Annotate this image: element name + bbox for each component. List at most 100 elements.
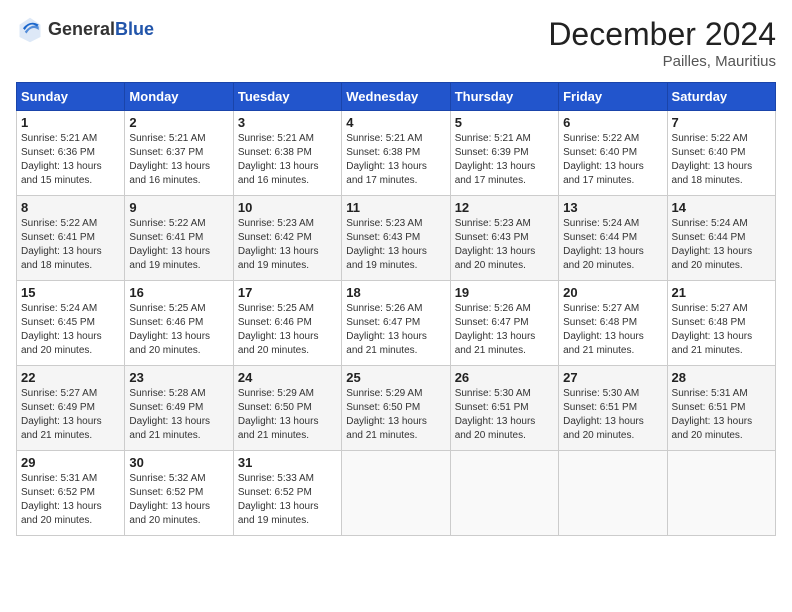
- header-wednesday: Wednesday: [342, 83, 450, 111]
- day-detail: Sunrise: 5:21 AM Sunset: 6:38 PM Dayligh…: [238, 132, 337, 188]
- day-number: 14: [672, 200, 771, 215]
- calendar-cell: 3 Sunrise: 5:21 AM Sunset: 6:38 PM Daylig…: [233, 111, 341, 196]
- header-friday: Friday: [559, 83, 667, 111]
- day-detail: Sunrise: 5:30 AM Sunset: 6:51 PM Dayligh…: [563, 387, 662, 443]
- day-number: 25: [346, 370, 445, 385]
- calendar-week-1: 1Sunrise: 5:21 AM Sunset: 6:36 PM Daylig…: [17, 111, 776, 196]
- day-detail: Sunrise: 5:27 AM Sunset: 6:49 PM Dayligh…: [21, 387, 120, 443]
- day-detail: Sunrise: 5:21 AM Sunset: 6:36 PM Dayligh…: [21, 132, 120, 188]
- calendar-cell: 10 Sunrise: 5:23 AM Sunset: 6:42 PM Dayli…: [233, 196, 341, 281]
- location: Pailles, Mauritius: [548, 53, 776, 70]
- day-number: 29: [21, 455, 120, 470]
- calendar-cell: 9 Sunrise: 5:22 AM Sunset: 6:41 PM Daylig…: [125, 196, 233, 281]
- logo-icon: [16, 16, 44, 44]
- calendar-cell: 8Sunrise: 5:22 AM Sunset: 6:41 PM Daylig…: [17, 196, 125, 281]
- day-detail: Sunrise: 5:24 AM Sunset: 6:45 PM Dayligh…: [21, 302, 120, 358]
- calendar-cell: 4 Sunrise: 5:21 AM Sunset: 6:38 PM Daylig…: [342, 111, 450, 196]
- day-detail: Sunrise: 5:32 AM Sunset: 6:52 PM Dayligh…: [129, 472, 228, 528]
- calendar-cell: 5Sunrise: 5:21 AM Sunset: 6:39 PM Daylig…: [450, 111, 558, 196]
- day-detail: Sunrise: 5:22 AM Sunset: 6:40 PM Dayligh…: [672, 132, 771, 188]
- header-saturday: Saturday: [667, 83, 775, 111]
- day-number: 17: [238, 285, 337, 300]
- logo-text: GeneralBlue: [48, 20, 154, 40]
- day-detail: Sunrise: 5:23 AM Sunset: 6:43 PM Dayligh…: [455, 217, 554, 273]
- calendar-table: Sunday Monday Tuesday Wednesday Thursday…: [16, 82, 776, 536]
- day-detail: Sunrise: 5:26 AM Sunset: 6:47 PM Dayligh…: [346, 302, 445, 358]
- day-number: 19: [455, 285, 554, 300]
- calendar-cell: 28Sunrise: 5:31 AM Sunset: 6:51 PM Dayli…: [667, 366, 775, 451]
- day-detail: Sunrise: 5:33 AM Sunset: 6:52 PM Dayligh…: [238, 472, 337, 528]
- header-sunday: Sunday: [17, 83, 125, 111]
- day-detail: Sunrise: 5:25 AM Sunset: 6:46 PM Dayligh…: [238, 302, 337, 358]
- day-detail: Sunrise: 5:22 AM Sunset: 6:41 PM Dayligh…: [129, 217, 228, 273]
- day-number: 3: [238, 115, 337, 130]
- calendar-cell: 12 Sunrise: 5:23 AM Sunset: 6:43 PM Dayli…: [450, 196, 558, 281]
- calendar-cell: 19Sunrise: 5:26 AM Sunset: 6:47 PM Dayli…: [450, 281, 558, 366]
- calendar-cell: [342, 451, 450, 536]
- calendar-cell: 2 Sunrise: 5:21 AM Sunset: 6:37 PM Daylig…: [125, 111, 233, 196]
- title-area: December 2024 Pailles, Mauritius: [548, 16, 776, 70]
- day-number: 20: [563, 285, 662, 300]
- calendar-cell: 25 Sunrise: 5:29 AM Sunset: 6:50 PM Dayli…: [342, 366, 450, 451]
- day-number: 24: [238, 370, 337, 385]
- calendar-cell: [667, 451, 775, 536]
- day-number: 13: [563, 200, 662, 215]
- day-number: 26: [455, 370, 554, 385]
- day-detail: Sunrise: 5:21 AM Sunset: 6:39 PM Dayligh…: [455, 132, 554, 188]
- calendar-cell: 15 Sunrise: 5:24 AM Sunset: 6:45 PM Dayli…: [17, 281, 125, 366]
- day-number: 2: [129, 115, 228, 130]
- calendar-cell: 22 Sunrise: 5:27 AM Sunset: 6:49 PM Dayli…: [17, 366, 125, 451]
- calendar-cell: 6 Sunrise: 5:22 AM Sunset: 6:40 PM Daylig…: [559, 111, 667, 196]
- calendar-week-4: 22 Sunrise: 5:27 AM Sunset: 6:49 PM Dayli…: [17, 366, 776, 451]
- calendar-cell: 7 Sunrise: 5:22 AM Sunset: 6:40 PM Daylig…: [667, 111, 775, 196]
- calendar-cell: 26 Sunrise: 5:30 AM Sunset: 6:51 PM Dayli…: [450, 366, 558, 451]
- day-number: 9: [129, 200, 228, 215]
- day-detail: Sunrise: 5:24 AM Sunset: 6:44 PM Dayligh…: [672, 217, 771, 273]
- day-number: 4: [346, 115, 445, 130]
- day-detail: Sunrise: 5:27 AM Sunset: 6:48 PM Dayligh…: [563, 302, 662, 358]
- day-number: 23: [129, 370, 228, 385]
- calendar-week-3: 15 Sunrise: 5:24 AM Sunset: 6:45 PM Dayli…: [17, 281, 776, 366]
- day-number: 18: [346, 285, 445, 300]
- day-number: 22: [21, 370, 120, 385]
- calendar-cell: 20 Sunrise: 5:27 AM Sunset: 6:48 PM Dayli…: [559, 281, 667, 366]
- header-monday: Monday: [125, 83, 233, 111]
- day-number: 12: [455, 200, 554, 215]
- page-header: GeneralBlue December 2024 Pailles, Mauri…: [16, 16, 776, 70]
- month-title: December 2024: [548, 16, 776, 53]
- calendar-week-5: 29Sunrise: 5:31 AM Sunset: 6:52 PM Dayli…: [17, 451, 776, 536]
- calendar-cell: 29Sunrise: 5:31 AM Sunset: 6:52 PM Dayli…: [17, 451, 125, 536]
- day-number: 11: [346, 200, 445, 215]
- day-number: 6: [563, 115, 662, 130]
- day-number: 15: [21, 285, 120, 300]
- day-number: 16: [129, 285, 228, 300]
- day-detail: Sunrise: 5:22 AM Sunset: 6:40 PM Dayligh…: [563, 132, 662, 188]
- day-detail: Sunrise: 5:23 AM Sunset: 6:43 PM Dayligh…: [346, 217, 445, 273]
- calendar-cell: 23 Sunrise: 5:28 AM Sunset: 6:49 PM Dayli…: [125, 366, 233, 451]
- header-thursday: Thursday: [450, 83, 558, 111]
- day-detail: Sunrise: 5:24 AM Sunset: 6:44 PM Dayligh…: [563, 217, 662, 273]
- day-number: 30: [129, 455, 228, 470]
- day-detail: Sunrise: 5:21 AM Sunset: 6:37 PM Dayligh…: [129, 132, 228, 188]
- day-number: 31: [238, 455, 337, 470]
- day-number: 27: [563, 370, 662, 385]
- day-number: 28: [672, 370, 771, 385]
- calendar-cell: 14 Sunrise: 5:24 AM Sunset: 6:44 PM Dayli…: [667, 196, 775, 281]
- day-number: 7: [672, 115, 771, 130]
- day-detail: Sunrise: 5:30 AM Sunset: 6:51 PM Dayligh…: [455, 387, 554, 443]
- day-detail: Sunrise: 5:21 AM Sunset: 6:38 PM Dayligh…: [346, 132, 445, 188]
- calendar-cell: 24 Sunrise: 5:29 AM Sunset: 6:50 PM Dayli…: [233, 366, 341, 451]
- day-detail: Sunrise: 5:23 AM Sunset: 6:42 PM Dayligh…: [238, 217, 337, 273]
- day-number: 8: [21, 200, 120, 215]
- day-number: 21: [672, 285, 771, 300]
- header-tuesday: Tuesday: [233, 83, 341, 111]
- calendar-cell: 18 Sunrise: 5:26 AM Sunset: 6:47 PM Dayli…: [342, 281, 450, 366]
- calendar-cell: [559, 451, 667, 536]
- day-number: 10: [238, 200, 337, 215]
- day-detail: Sunrise: 5:29 AM Sunset: 6:50 PM Dayligh…: [346, 387, 445, 443]
- calendar-cell: 27 Sunrise: 5:30 AM Sunset: 6:51 PM Dayli…: [559, 366, 667, 451]
- calendar-cell: 30 Sunrise: 5:32 AM Sunset: 6:52 PM Dayli…: [125, 451, 233, 536]
- day-detail: Sunrise: 5:28 AM Sunset: 6:49 PM Dayligh…: [129, 387, 228, 443]
- day-detail: Sunrise: 5:29 AM Sunset: 6:50 PM Dayligh…: [238, 387, 337, 443]
- calendar-cell: 1Sunrise: 5:21 AM Sunset: 6:36 PM Daylig…: [17, 111, 125, 196]
